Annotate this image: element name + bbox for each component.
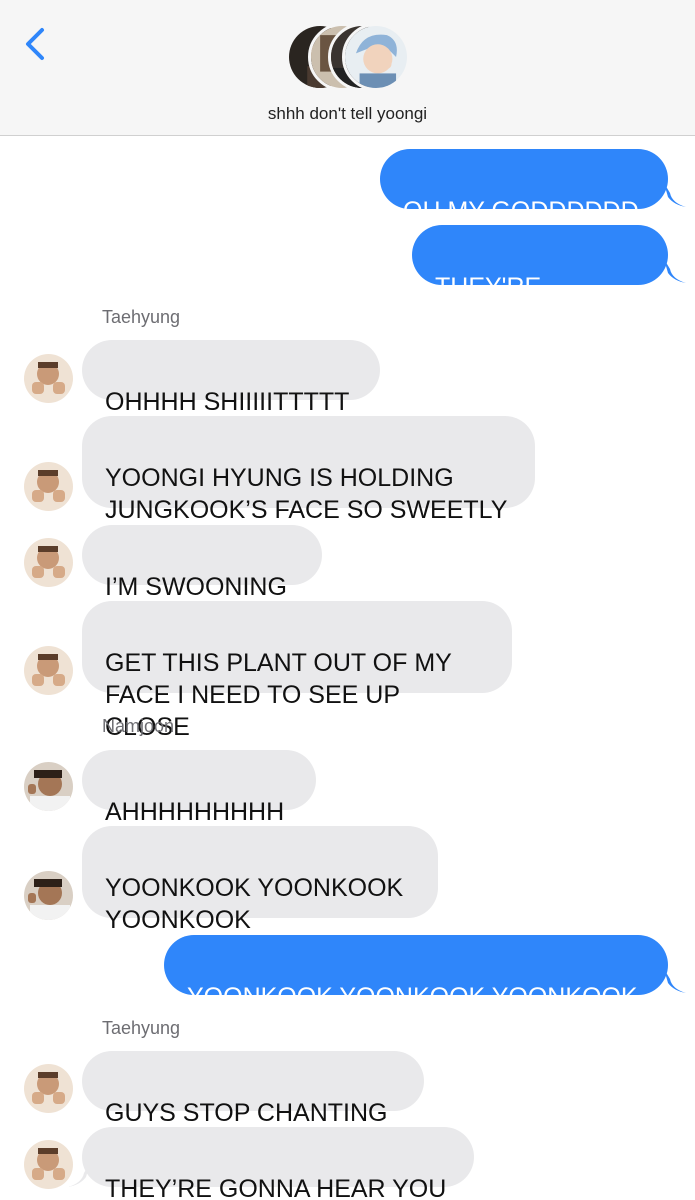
incoming-message-bubble[interactable]: AHHHHHHHHH (82, 750, 316, 826)
taehyung-avatar[interactable] (24, 1064, 73, 1113)
message-text: I’M SWOONING (105, 573, 287, 601)
bubble-tail (664, 259, 686, 283)
message-text: GUYS STOP CHANTING (105, 1099, 388, 1127)
incoming-message-bubble[interactable]: GET THIS PLANT OUT OF MY FACE I NEED TO … (82, 601, 512, 741)
incoming-message-bubble[interactable]: OHHHH SHIIIIITTTTT (82, 340, 380, 416)
group-name[interactable]: shhh don't tell yoongi (0, 104, 695, 124)
taehyung-avatar[interactable] (24, 538, 73, 587)
message-text: YOONGI HYUNG IS HOLDING JUNGKOOK’S FACE … (105, 464, 508, 524)
chevron-left-icon[interactable] (18, 24, 52, 64)
message-text: THEY'RE KISSING (435, 273, 542, 333)
incoming-message-bubble[interactable]: THEY’RE GONNA HEAR YOU (82, 1127, 474, 1200)
message-text: THEY’RE GONNA HEAR YOU (105, 1175, 447, 1200)
conversation-header: shhh don't tell yoongi (0, 0, 695, 136)
message-text: AHHHHHHHHH (105, 798, 285, 826)
message-text: YOONKOOK YOONKOOK YOONKOOK (187, 983, 638, 1011)
outgoing-message-bubble[interactable]: OH MY GODDDDDD (380, 149, 668, 225)
incoming-message-bubble[interactable]: YOONGI HYUNG IS HOLDING JUNGKOOK’S FACE … (82, 416, 535, 524)
bubble-tail (664, 183, 686, 207)
outgoing-message-bubble[interactable]: THEY'RE KISSING (412, 225, 668, 333)
bubble-tail (68, 1163, 90, 1187)
taehyung-avatar[interactable] (24, 646, 73, 695)
sender-name-label: Taehyung (102, 307, 181, 327)
namjoon-avatar[interactable] (24, 871, 73, 920)
outgoing-message-bubble[interactable]: YOONKOOK YOONKOOK YOONKOOK (164, 935, 668, 1011)
group-avatars[interactable] (286, 20, 410, 94)
incoming-message-bubble[interactable]: GUYS STOP CHANTING (82, 1051, 424, 1127)
bubble-tail (664, 969, 686, 993)
taehyung-avatar[interactable] (24, 1140, 73, 1189)
incoming-message-bubble[interactable]: I’M SWOONING (82, 525, 322, 601)
message-text: OH MY GODDDDDD (403, 197, 639, 225)
message-text: YOONKOOK YOONKOOK YOONKOOK (105, 874, 404, 934)
message-thread: OH MY GODDDDDD THEY'RE KISSING Taehyung … (0, 136, 695, 1200)
sender-name-label: Taehyung (102, 1018, 181, 1038)
group-member-avatar (342, 23, 410, 91)
back-button[interactable] (18, 24, 52, 64)
taehyung-avatar[interactable] (24, 462, 73, 511)
sender-name-label: Namjoon (102, 716, 175, 736)
namjoon-avatar[interactable] (24, 762, 73, 811)
taehyung-avatar[interactable] (24, 354, 73, 403)
message-text: OHHHH SHIIIIITTTTT (105, 388, 350, 416)
incoming-message-bubble[interactable]: YOONKOOK YOONKOOK YOONKOOK (82, 826, 438, 934)
